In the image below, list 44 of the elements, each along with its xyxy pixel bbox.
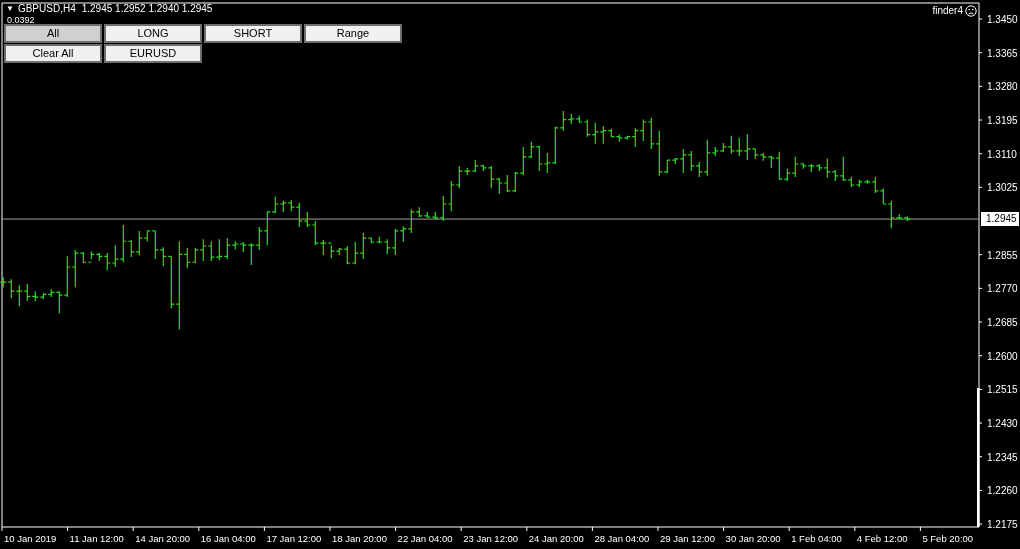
price-axis-label: 1.3195 — [987, 115, 1018, 126]
time-axis-label: 11 Jan 12:00 — [69, 533, 124, 544]
time-axis-label: 29 Jan 12:00 — [660, 533, 715, 544]
current-price-label: 1.2945 — [981, 212, 1019, 227]
price-axis-label: 1.2175 — [987, 519, 1018, 531]
time-axis-label: 4 Feb 12:00 — [856, 533, 908, 544]
price-axis-label: 1.3280 — [987, 81, 1018, 93]
filter-button[interactable]: EURUSD — [104, 44, 202, 63]
filter-button[interactable]: All — [4, 24, 102, 43]
time-axis-label: 14 Jan 20:00 — [135, 533, 191, 544]
time-axis-label: 17 Jan 12:00 — [266, 533, 322, 544]
time-axis-label: 10 Jan 2019 — [4, 533, 57, 544]
price-axis-label: 1.2345 — [987, 451, 1018, 463]
price-axis-label: 1.2430 — [987, 418, 1018, 430]
price-axis-label: 1.2515 — [987, 384, 1018, 396]
price-axis-label: 1.2685 — [987, 317, 1018, 329]
price-axis-label: 1.3110 — [987, 148, 1017, 160]
time-axis-label: 23 Jan 12:00 — [463, 533, 519, 544]
scrollbar[interactable] — [977, 388, 980, 527]
indicator-name: finder4 — [932, 6, 963, 16]
filter-button[interactable]: SHORT — [204, 24, 302, 43]
time-axis-label: 24 Jan 20:00 — [528, 533, 584, 544]
price-axis-label: 1.2260 — [987, 485, 1018, 497]
sad-face-icon — [965, 5, 977, 17]
time-axis-label: 30 Jan 20:00 — [725, 533, 781, 544]
price-axis-label: 1.2855 — [987, 249, 1018, 261]
price-axis-label: 1.2600 — [987, 350, 1018, 362]
price-axis-label: 1.3365 — [987, 47, 1018, 59]
quote-values: 1.2945 1.2952 1.2940 1.2945 — [81, 4, 213, 14]
filter-button[interactable]: Clear All — [4, 44, 102, 63]
spread-value: 0.0392 — [7, 16, 35, 25]
filter-button[interactable]: Range — [304, 24, 402, 43]
time-axis-label: 28 Jan 04:00 — [594, 533, 650, 544]
price-axis-label: 1.3450 — [987, 14, 1018, 25]
time-axis-label: 1 Feb 04:00 — [791, 533, 842, 544]
price-axis-label: 1.3025 — [987, 182, 1018, 194]
time-axis-label: 22 Jan 04:00 — [397, 533, 453, 544]
symbol-label: GBPUSD,H4 — [17, 4, 76, 14]
time-axis-label: 5 Feb 20:00 — [922, 533, 974, 544]
time-axis-label: 18 Jan 20:00 — [332, 533, 387, 544]
dropdown-triangle[interactable]: ▼ — [6, 5, 14, 13]
time-axis-label: 16 Jan 04:00 — [200, 533, 256, 544]
price-axis-label: 1.2770 — [987, 283, 1018, 295]
filter-button[interactable]: LONG — [104, 24, 202, 43]
